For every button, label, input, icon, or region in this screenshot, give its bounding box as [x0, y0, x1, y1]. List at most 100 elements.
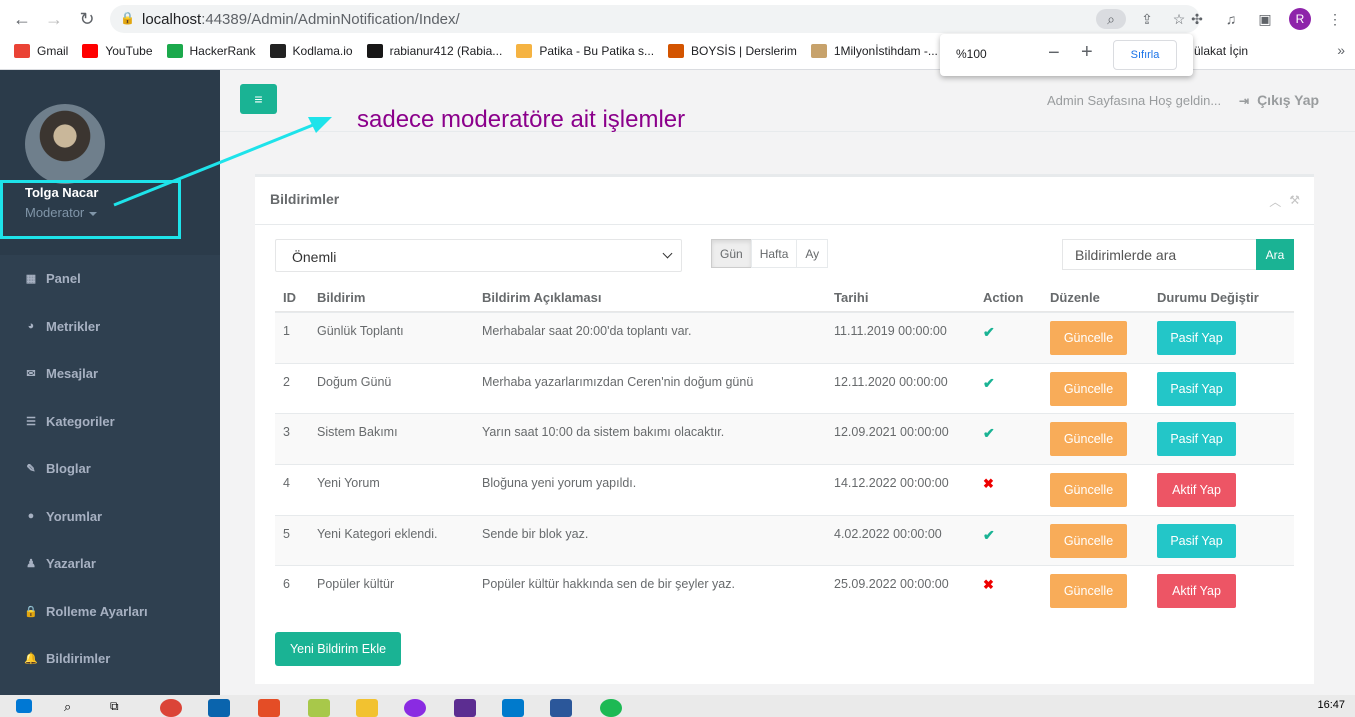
zoom-icon[interactable]: ⌕: [1096, 9, 1126, 29]
activate-button[interactable]: Aktif Yap: [1157, 473, 1236, 508]
cell-title: Yeni Yorum: [317, 476, 380, 491]
bookmark-label: BOYSİS | Derslerim: [691, 44, 797, 58]
wrench-icon[interactable]: ⚒: [1289, 193, 1300, 210]
profile-avatar[interactable]: R: [1289, 8, 1311, 30]
update-button[interactable]: Güncelle: [1050, 523, 1127, 558]
search-input[interactable]: Bildirimlerde ara: [1062, 239, 1257, 270]
bookmark-item[interactable]: YouTube: [82, 44, 153, 58]
sidebar-item-label: Bildirimler: [46, 651, 111, 667]
reload-icon[interactable]: ↻: [75, 7, 99, 31]
period-tab[interactable]: Ay: [796, 239, 829, 268]
notifications-panel: Bildirimler ︿ ⚒ Önemli Gün Hafta Ay Bildir…: [255, 174, 1314, 684]
sidepanel-icon[interactable]: ▣: [1255, 9, 1275, 29]
sidebar-item-mesajlar[interactable]: ✉ Mesajlar: [0, 350, 220, 398]
chrome-icon[interactable]: [160, 699, 182, 717]
folder-icon[interactable]: [356, 699, 378, 717]
cell-date: 12.11.2020 00:00:00: [834, 374, 948, 389]
app-icon-3[interactable]: [404, 699, 426, 717]
deactivate-button[interactable]: Pasif Yap: [1157, 371, 1236, 406]
zoom-in-button[interactable]: +: [1081, 41, 1093, 64]
bookmark-item[interactable]: HackerRank: [166, 44, 256, 58]
user-icon: ♟: [26, 558, 36, 571]
app-icon[interactable]: [258, 699, 280, 717]
check-icon: ✔: [983, 425, 995, 442]
bookmark-icon: [82, 44, 99, 58]
check-icon: ✔: [983, 526, 995, 543]
cell-id: 1: [283, 324, 290, 338]
bookmark-item[interactable]: Kodlama.io: [269, 44, 353, 58]
update-button[interactable]: Güncelle: [1050, 321, 1127, 355]
bookmarks-more-icon[interactable]: »: [1337, 42, 1345, 58]
sidebar-item-label: Yazarlar: [46, 556, 96, 572]
url-field[interactable]: 🔒 localhost:44389/Admin/AdminNotificatio…: [110, 5, 1200, 33]
search-icon[interactable]: ⌕: [64, 699, 86, 717]
table-header: ID Bildirim Bildirim Açıklaması Tarihi Actio…: [275, 284, 1294, 312]
panel-header: Bildirimler ︿ ⚒: [255, 177, 1314, 225]
sidebar-item-bildirimler[interactable]: 🔔 Bildirimler: [0, 635, 220, 683]
comment-icon: ●: [27, 510, 35, 523]
deactivate-button[interactable]: Pasif Yap: [1157, 523, 1236, 558]
bookmark-icon: [668, 44, 685, 58]
sidebar-item-kategoriler[interactable]: ☰ Kategoriler: [0, 398, 220, 446]
word-icon[interactable]: [550, 699, 572, 717]
update-button[interactable]: Güncelle: [1050, 473, 1127, 508]
bookmark-item[interactable]: rabianur412 (Rabia...: [366, 44, 503, 58]
app-icon-2[interactable]: [308, 699, 330, 717]
spotify-icon[interactable]: [600, 699, 622, 717]
sidebar-item-bloglar[interactable]: ✎ Bloglar: [0, 445, 220, 493]
sidebar-item-rolleme-ayarlar-[interactable]: 🔒 Rolleme Ayarları: [0, 588, 220, 636]
forward-icon[interactable]: →: [42, 7, 66, 31]
update-button[interactable]: Güncelle: [1050, 422, 1127, 457]
media-icon[interactable]: ♫: [1221, 9, 1241, 29]
bookmark-icon: [166, 44, 183, 58]
logout-link[interactable]: ⇥ Çıkış Yap: [1239, 92, 1319, 108]
bookmark-item[interactable]: Patika - Bu Patika s...: [516, 44, 654, 58]
envelope-icon: ✉: [26, 368, 36, 381]
mail-icon[interactable]: [208, 699, 230, 717]
deactivate-button[interactable]: Pasif Yap: [1157, 422, 1236, 457]
cell-date: 11.11.2019 00:00:00: [834, 324, 947, 338]
windows-start-icon[interactable]: [16, 699, 32, 713]
period-tab[interactable]: Gün: [711, 239, 752, 268]
kebab-menu-icon[interactable]: ⋮: [1325, 9, 1345, 29]
back-icon[interactable]: ←: [10, 7, 34, 31]
collapse-icon[interactable]: ︿: [1269, 193, 1281, 210]
sidebar-item-yorumlar[interactable]: ● Yorumlar: [0, 493, 220, 541]
cell-id: 2: [283, 374, 290, 389]
bookmark-label: rabianur412 (Rabia...: [389, 44, 503, 58]
add-notification-button[interactable]: Yeni Bildirim Ekle: [275, 632, 401, 666]
zoom-reset-button[interactable]: Sıfırla: [1113, 40, 1177, 70]
share-icon[interactable]: ⇪: [1136, 9, 1158, 29]
extensions-icon[interactable]: ✣: [1187, 9, 1207, 29]
top-navbar: ≡ Admin Sayfasına Hoş geldin... ⇥ Çıkış Y…: [220, 70, 1355, 133]
bookmark-item[interactable]: 1Milyonİstihdam -...: [810, 44, 938, 58]
chevron-down-icon: [662, 248, 673, 259]
period-tab[interactable]: Hafta: [750, 239, 798, 268]
bookmark-partial[interactable]: ülakat İçin: [1194, 44, 1248, 58]
activate-button[interactable]: Aktif Yap: [1157, 574, 1236, 609]
sidebar-item-metrikler[interactable]: ◕ Metrikler: [0, 303, 220, 351]
menu-toggle-button[interactable]: ≡: [240, 84, 277, 114]
bookmark-label: Gmail: [37, 44, 69, 58]
bookmark-item[interactable]: Gmail: [14, 44, 68, 58]
vscode-icon[interactable]: [502, 699, 524, 717]
cell-description: Yarın saat 10:00 da sistem bakımı olacak…: [482, 425, 725, 440]
deactivate-button[interactable]: Pasif Yap: [1157, 321, 1236, 355]
sidebar-item-label: Bloglar: [46, 461, 91, 477]
update-button[interactable]: Güncelle: [1050, 371, 1127, 406]
avatar[interactable]: [25, 104, 105, 184]
sidebar-item-yazarlar[interactable]: ♟ Yazarlar: [0, 540, 220, 588]
filter-select[interactable]: Önemli: [275, 239, 682, 272]
update-button[interactable]: Güncelle: [1050, 574, 1127, 609]
column-header: ID: [283, 290, 296, 305]
zoom-out-button[interactable]: −: [1048, 42, 1060, 65]
bell-icon: 🔔: [24, 653, 38, 666]
column-header: Bildirim Açıklaması: [482, 290, 602, 305]
table-row: 2 Doğum Günü Merhaba yazarlarımızdan Ceren…: [275, 362, 1294, 414]
task-view-icon[interactable]: ⧉: [110, 699, 132, 717]
sidebar-item-panel[interactable]: ▦ Panel: [0, 255, 220, 303]
search-button[interactable]: Ara: [1256, 239, 1294, 270]
visual-studio-icon[interactable]: [454, 699, 476, 717]
cell-title: Günlük Toplantı: [317, 324, 404, 338]
bookmark-item[interactable]: BOYSİS | Derslerim: [668, 44, 797, 58]
